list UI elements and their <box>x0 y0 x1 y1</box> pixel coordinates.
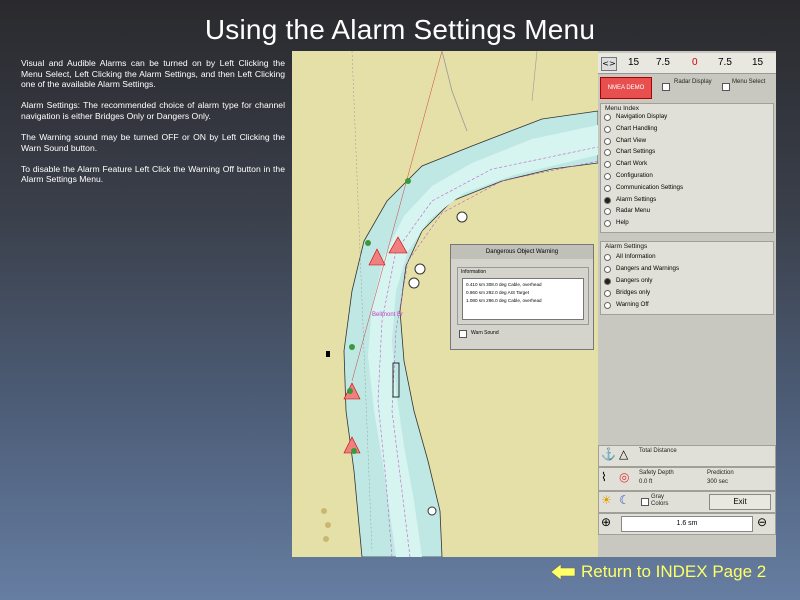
alarm-item[interactable]: Warning Off <box>616 301 649 308</box>
left-arrow-icon[interactable] <box>549 562 579 582</box>
scale-tick: 7.5 <box>656 57 670 68</box>
exit-button[interactable]: Exit <box>709 494 771 510</box>
alarm-settings-title: Alarm Settings <box>605 243 648 250</box>
warn-sound-label: Warn Sound <box>471 330 499 336</box>
page-title: Using the Alarm Settings Menu <box>204 14 596 45</box>
control-panel: <> 15 7.5 0 7.5 15 NMEA DEMO Radar Displ… <box>598 51 776 557</box>
depth-row: ⌇ ◎ Safety Depth 0.0 ft Prediction 300 s… <box>598 467 776 491</box>
gray-colors-checkbox[interactable] <box>641 498 649 506</box>
instructions-text: Visual and Audible Alarms can be turned … <box>21 58 285 195</box>
instruction-paragraph: Visual and Audible Alarms can be turned … <box>21 58 285 90</box>
scale-toggle-button[interactable]: <> <box>601 57 617 71</box>
menu-item[interactable]: Navigation Display <box>616 113 667 120</box>
safety-depth-label: Safety Depth <box>639 470 674 476</box>
scale-bar: <> 15 7.5 0 7.5 15 <box>598 53 776 74</box>
anchor-icon[interactable]: ⚓ <box>601 447 616 461</box>
alarm-item[interactable]: Dangers and Warnings <box>616 265 679 272</box>
dialog-title: Dangerous Object Warning <box>451 245 593 259</box>
alarm-item[interactable]: Bridges only <box>616 289 650 296</box>
menu-item[interactable]: Chart Handling <box>616 125 657 132</box>
alarm-item[interactable]: Dangers only <box>616 277 652 284</box>
menu-item[interactable]: Radar Menu <box>616 207 650 214</box>
prediction-label: Prediction <box>707 470 734 476</box>
zoom-out-icon[interactable]: ⊖ <box>757 515 767 529</box>
alarm-radio[interactable] <box>604 266 611 273</box>
safety-depth-value[interactable]: 0.0 ft <box>639 479 652 486</box>
menu-radio[interactable] <box>604 114 611 121</box>
zoom-in-icon[interactable]: ⊕ <box>601 515 611 529</box>
distance-row: ⚓ △ Total Distance <box>598 445 776 467</box>
lifebuoy-icon[interactable]: ◎ <box>619 470 629 484</box>
info-label: Information <box>461 269 487 275</box>
menu-radio[interactable] <box>604 137 611 145</box>
info-list: 0.410 sm 308.0 deg Cable, overhead 0.860… <box>462 278 584 320</box>
total-distance-label: Total Distance <box>639 448 677 454</box>
scale-tick: 15 <box>628 57 640 68</box>
list-item[interactable]: 0.410 sm 308.0 deg Cable, overhead <box>466 282 542 287</box>
radar-display-checkbox[interactable] <box>662 83 670 91</box>
alarm-radio[interactable] <box>604 254 611 261</box>
instruction-paragraph: To disable the Alarm Feature Left Click … <box>21 163 285 185</box>
zoom-value-select[interactable]: 1.6 sm <box>621 516 753 532</box>
return-index-link[interactable]: Return to INDEX Page 2 <box>581 562 766 582</box>
dangerous-object-dialog: Dangerous Object Warning Information 0.4… <box>450 244 594 350</box>
alarm-radio[interactable] <box>604 290 611 297</box>
menu-item[interactable]: Alarm Settings <box>616 196 656 203</box>
menu-item[interactable]: Communication Settings <box>616 184 683 191</box>
sun-icon[interactable]: ☀ <box>601 493 612 507</box>
instruction-paragraph: Alarm Settings: The recommended choice o… <box>21 100 285 121</box>
info-group: Information 0.410 sm 308.0 deg Cable, ov… <box>457 267 589 325</box>
list-item[interactable]: 1.080 sm 296.0 deg Cable, overhead <box>466 298 542 303</box>
warn-sound-checkbox[interactable] <box>459 330 467 338</box>
menu-radio[interactable] <box>604 184 611 192</box>
prediction-value[interactable]: 300 sec <box>707 479 728 486</box>
alarm-radio[interactable] <box>604 302 611 309</box>
menu-radio[interactable] <box>604 173 611 180</box>
depth-icon[interactable]: ⌇ <box>601 470 607 484</box>
menu-select-label: Menu Select <box>732 79 766 85</box>
moon-icon[interactable]: ☾ <box>619 493 630 507</box>
display-row: ☀ ☾ Gray Colors Exit <box>598 491 776 513</box>
zoom-row: ⊕ 1.6 sm ⊖ <box>598 513 776 535</box>
menu-item[interactable]: Configuration <box>616 172 653 179</box>
menu-item[interactable]: Chart Settings <box>616 148 655 155</box>
alarm-radio[interactable] <box>604 278 611 285</box>
menu-select-checkbox[interactable] <box>722 83 730 91</box>
menu-radio[interactable] <box>604 196 611 204</box>
menu-radio[interactable] <box>604 125 611 133</box>
radar-display-label: Radar Display <box>674 79 712 85</box>
measure-icon[interactable]: △ <box>619 447 628 461</box>
nmea-demo-button[interactable]: NMEA DEMO <box>600 77 652 99</box>
instruction-paragraph: The Warning sound may be turned OFF or O… <box>21 131 285 153</box>
scale-tick: 0 <box>692 57 698 68</box>
bridge-label: Bellmont Br <box>372 312 404 318</box>
scale-tick: 15 <box>752 57 764 68</box>
list-item[interactable]: 0.860 sm 292.0 deg AIS Target <box>466 290 529 295</box>
menu-item[interactable]: Chart View <box>616 137 646 144</box>
alarm-item[interactable]: All Information <box>616 253 656 260</box>
gray-colors-label: Gray Colors <box>651 494 669 507</box>
menu-item[interactable]: Help <box>616 219 629 226</box>
menu-index-title: Menu Index <box>605 105 639 112</box>
scale-tick: 7.5 <box>718 57 732 68</box>
menu-item[interactable]: Chart Work <box>616 160 647 167</box>
